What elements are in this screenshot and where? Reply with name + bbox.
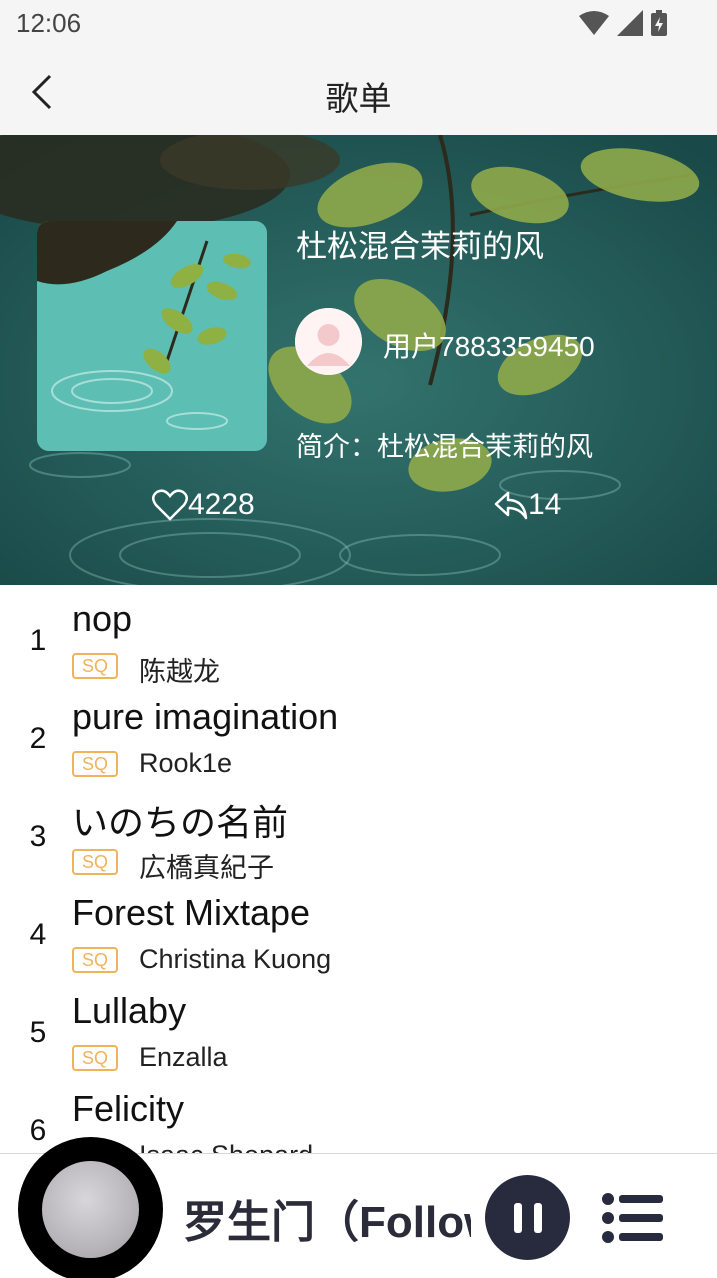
song-index: 3 xyxy=(29,820,47,853)
song-list: 1 nop SQ 陈越龙 2 pure imagination SQ Rook1… xyxy=(0,588,717,1153)
song-index: 2 xyxy=(29,722,47,755)
like-button[interactable]: 4228 xyxy=(152,488,255,522)
song-item[interactable]: 5 Lullaby SQ Enzalla xyxy=(0,980,717,1078)
playlist-header: 杜松混合茉莉的风 用户7883359450 简介：杜松混合茉莉的风 4228 1… xyxy=(0,135,717,585)
share-button[interactable]: 14 xyxy=(494,488,561,522)
playlist-intro[interactable]: 简介：杜松混合茉莉的风 xyxy=(296,425,593,464)
playlist-cover[interactable] xyxy=(37,221,267,451)
playlist-icon xyxy=(602,1193,663,1243)
song-item[interactable]: 4 Forest Mixtape SQ Christina Kuong xyxy=(0,882,717,980)
song-item[interactable]: 1 nop SQ 陈越龙 xyxy=(0,588,717,687)
page-title: 歌单 xyxy=(325,80,392,117)
song-title: pure imagination xyxy=(72,696,339,737)
song-index: 6 xyxy=(29,1114,47,1147)
status-icons xyxy=(579,10,667,36)
song-index: 5 xyxy=(29,1016,47,1049)
song-artist: 陈越龙 xyxy=(139,657,220,687)
sq-badge: SQ xyxy=(72,947,118,973)
song-item[interactable]: 2 pure imagination SQ Rook1e xyxy=(0,686,717,784)
cover-image xyxy=(37,221,267,451)
album-art xyxy=(42,1161,139,1258)
song-title: Felicity xyxy=(72,1088,185,1129)
pause-button[interactable] xyxy=(485,1175,570,1260)
pause-icon xyxy=(533,1202,542,1233)
creator-username[interactable]: 用户7883359450 xyxy=(383,325,595,365)
playlist-name: 杜松混合茉莉的风 xyxy=(296,229,544,264)
album-disc[interactable] xyxy=(18,1137,163,1278)
now-playing-title[interactable]: 罗生门（Follow xyxy=(183,1186,471,1250)
song-title: いのちの名前 xyxy=(72,802,289,843)
song-title: Lullaby xyxy=(72,990,187,1031)
status-time: 12:06 xyxy=(16,8,82,38)
avatar[interactable] xyxy=(295,308,362,375)
pause-icon xyxy=(513,1202,522,1233)
song-index: 4 xyxy=(29,918,47,951)
song-title: Forest Mixtape xyxy=(72,892,311,933)
song-item[interactable]: 3 いのちの名前 SQ 広橋真紀子 xyxy=(0,784,717,883)
sq-badge: SQ xyxy=(72,751,118,777)
song-artist: 広橋真紀子 xyxy=(139,853,274,883)
song-artist: Rook1e xyxy=(139,748,233,778)
heart-icon xyxy=(152,489,188,521)
song-index: 1 xyxy=(29,624,47,657)
user-avatar-icon xyxy=(295,308,362,375)
mini-player: 罗生门（Follow xyxy=(0,1137,717,1278)
song-title: nop xyxy=(72,598,133,639)
share-count: 14 xyxy=(528,488,562,521)
queue-button[interactable] xyxy=(601,1192,665,1244)
share-icon xyxy=(494,491,528,520)
song-artist: Christina Kuong xyxy=(139,944,332,974)
app-bar: 歌单 xyxy=(0,48,717,135)
song-artist: Isaac Shepard xyxy=(139,1140,313,1153)
status-bar: 12:06 xyxy=(0,0,717,48)
song-artist: Enzalla xyxy=(139,1042,228,1072)
like-count: 4228 xyxy=(188,488,255,521)
sq-badge: SQ xyxy=(72,1045,118,1071)
wifi-icon xyxy=(579,11,609,35)
sq-badge: SQ xyxy=(72,849,118,875)
signal-icon xyxy=(617,10,643,36)
sq-badge: SQ xyxy=(72,653,118,679)
battery-icon xyxy=(651,10,667,36)
